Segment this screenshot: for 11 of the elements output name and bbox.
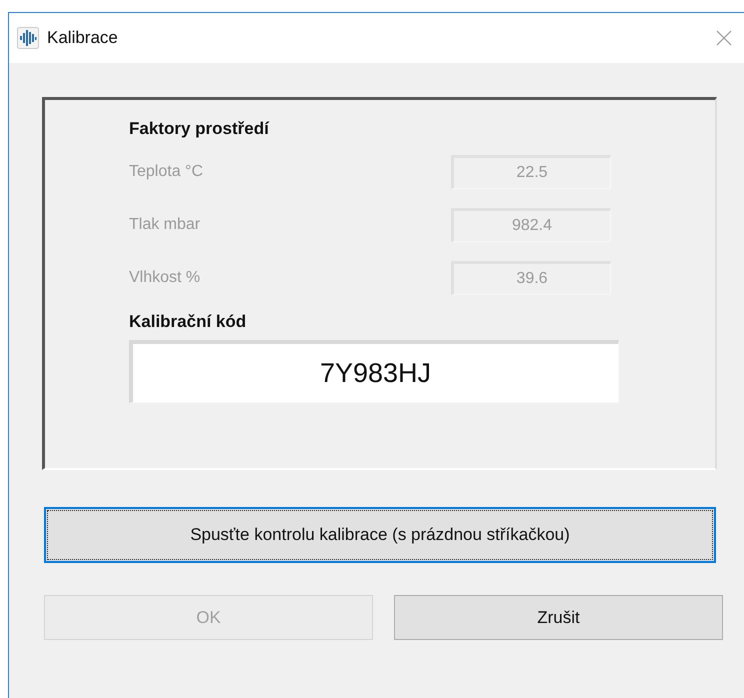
close-icon[interactable] xyxy=(716,30,732,46)
app-icon xyxy=(17,27,39,49)
check-button[interactable]: Spusťte kontrolu kalibrace (s prázdnou stříkačkou) xyxy=(44,507,716,563)
field-label: Vlhkost % xyxy=(129,268,202,286)
field-label: Teplota °C xyxy=(129,162,204,180)
section-heading: Faktory prostředí xyxy=(129,119,269,139)
window-title: Kalibrace xyxy=(47,28,119,48)
cancel-button[interactable]: Zrušit xyxy=(394,595,723,640)
field-label: Tlak mbar xyxy=(129,216,202,234)
code-field[interactable]: 7Y983HJ xyxy=(129,340,619,403)
section-heading: Kalibrační kód xyxy=(129,312,246,332)
